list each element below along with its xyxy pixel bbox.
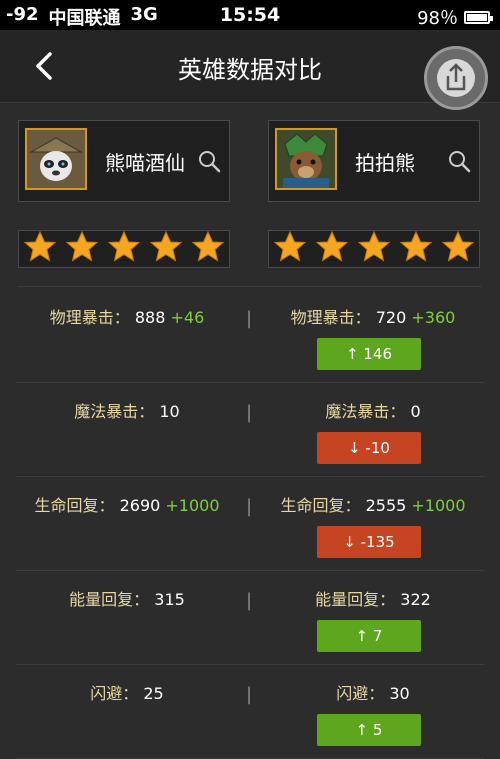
stat-value: 0 bbox=[410, 402, 421, 421]
star-icon bbox=[149, 230, 183, 268]
stat-row: 生命回复： 2690 +1000 | 生命回复： 2555 +1000 ↓ -1… bbox=[16, 476, 484, 571]
stat-label: 魔法暴击： bbox=[325, 402, 406, 421]
stat-left: 闪避： 25 bbox=[16, 680, 238, 704]
star-icon bbox=[357, 230, 391, 268]
stat-value: 315 bbox=[154, 590, 185, 609]
stat-label: 物理暴击： bbox=[49, 308, 130, 327]
share-upload-icon bbox=[437, 59, 475, 97]
stat-row: 闪避： 25 | 闪避： 30 ↑ 5 bbox=[16, 664, 484, 759]
star-rating-right bbox=[268, 230, 480, 268]
stat-label: 物理暴击： bbox=[290, 308, 371, 327]
stat-right: 能量回复： 322 bbox=[262, 586, 484, 610]
nav-bar: 英雄数据对比 bbox=[0, 30, 500, 110]
stat-label: 闪避： bbox=[336, 684, 385, 703]
stat-value: 25 bbox=[143, 684, 164, 703]
column-separator: | bbox=[246, 684, 253, 705]
divider bbox=[18, 286, 482, 287]
stat-left: 魔法暴击： 10 bbox=[16, 398, 238, 422]
stat-bonus: +1000 bbox=[411, 496, 466, 515]
stat-right: 生命回复： 2555 +1000 bbox=[262, 492, 484, 516]
hero-portrait-left bbox=[25, 128, 87, 190]
stat-value: 720 bbox=[375, 308, 407, 327]
star-icon bbox=[273, 230, 307, 268]
stat-bonus: +46 bbox=[170, 308, 205, 327]
stat-label: 生命回复： bbox=[34, 496, 115, 515]
hero-card-left[interactable]: 熊喵酒仙 bbox=[18, 120, 230, 202]
stat-right: 物理暴击： 720 +360 bbox=[262, 304, 484, 328]
hero-card-right[interactable]: 拍拍熊 bbox=[268, 120, 480, 202]
star-icon bbox=[107, 230, 141, 268]
star-icon bbox=[65, 230, 99, 268]
stat-right: 闪避： 30 bbox=[262, 680, 484, 704]
battery-percent: 98％ bbox=[417, 8, 458, 29]
status-right: 98％ bbox=[417, 4, 493, 30]
search-icon[interactable] bbox=[197, 149, 221, 173]
column-separator: | bbox=[246, 496, 253, 517]
stat-bonus: +1000 bbox=[165, 496, 220, 515]
stat-row: 物理暴击： 888 +46 | 物理暴击： 720 +360 ↑ 146 bbox=[16, 288, 484, 383]
stat-value: 30 bbox=[389, 684, 410, 703]
hero-portrait-right bbox=[275, 128, 337, 190]
stat-label: 魔法暴击： bbox=[74, 402, 155, 421]
stat-label: 闪避： bbox=[90, 684, 139, 703]
stat-row: 魔法暴击： 10 | 魔法暴击： 0 ↓ -10 bbox=[16, 382, 484, 477]
stat-label: 能量回复： bbox=[315, 590, 396, 609]
difference-badge: ↑ 5 bbox=[317, 714, 421, 746]
difference-badge: ↑ 146 bbox=[317, 338, 421, 370]
search-icon[interactable] bbox=[447, 149, 471, 173]
stat-row: 能量回复： 315 | 能量回复： 322 ↑ 7 bbox=[16, 570, 484, 665]
stat-value: 322 bbox=[400, 590, 431, 609]
difference-badge: ↓ -10 bbox=[317, 432, 421, 464]
battery-icon bbox=[464, 10, 493, 24]
star-icon bbox=[441, 230, 475, 268]
column-separator: | bbox=[246, 402, 253, 423]
difference-badge: ↑ 7 bbox=[317, 620, 421, 652]
stat-bonus: +360 bbox=[411, 308, 456, 327]
stat-label: 生命回复： bbox=[280, 496, 361, 515]
stat-right: 魔法暴击： 0 bbox=[262, 398, 484, 422]
stat-left: 能量回复： 315 bbox=[16, 586, 238, 610]
stat-left: 物理暴击： 888 +46 bbox=[16, 304, 238, 328]
hero-name-right: 拍拍熊 bbox=[355, 151, 415, 175]
stat-value: 2555 bbox=[365, 496, 407, 515]
hero-name-left: 熊喵酒仙 bbox=[105, 151, 185, 175]
difference-badge: ↓ -135 bbox=[317, 526, 421, 558]
column-separator: | bbox=[246, 590, 253, 611]
star-icon bbox=[191, 230, 225, 268]
stat-value: 10 bbox=[159, 402, 180, 421]
star-icon bbox=[315, 230, 349, 268]
stat-left: 生命回复： 2690 +1000 bbox=[16, 492, 238, 516]
stat-label: 能量回复： bbox=[69, 590, 150, 609]
status-bar: -92 中国联通 3G 15:54 98％ bbox=[0, 0, 500, 30]
star-icon bbox=[399, 230, 433, 268]
star-icon bbox=[23, 230, 57, 268]
column-separator: | bbox=[246, 308, 253, 329]
stat-value: 2690 bbox=[119, 496, 161, 515]
star-rating-left bbox=[18, 230, 230, 268]
share-button[interactable] bbox=[424, 46, 488, 110]
stat-value: 888 bbox=[134, 308, 166, 327]
